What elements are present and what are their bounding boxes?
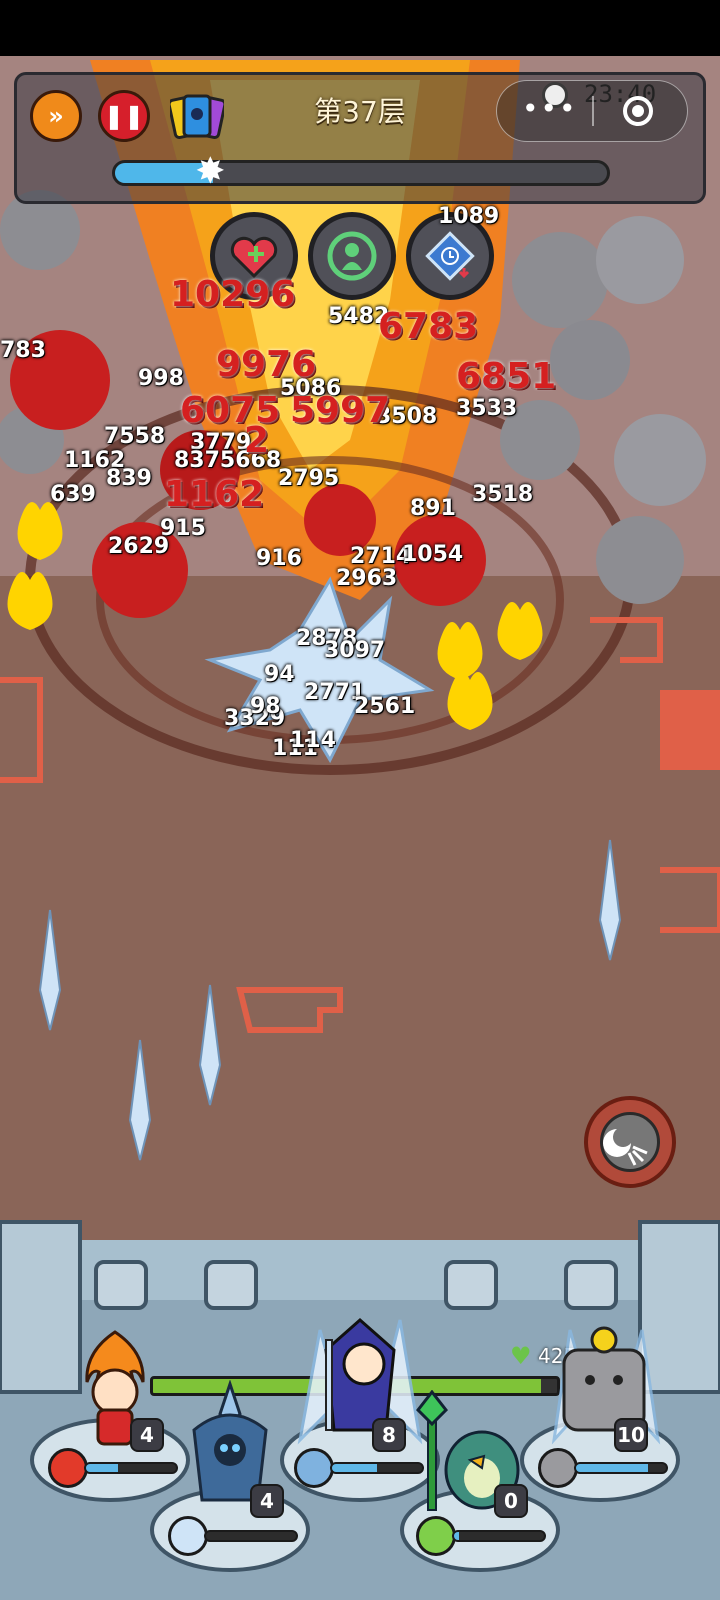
fire-skill-icon bbox=[48, 1448, 88, 1488]
damage-number: 783 bbox=[0, 338, 46, 363]
damage-number: 2963 bbox=[336, 566, 398, 591]
wave-progress-bar bbox=[112, 160, 610, 186]
more-dots-icon[interactable]: ••• bbox=[522, 95, 576, 123]
damage-number: 98 bbox=[250, 694, 281, 719]
hero-energy-fill bbox=[576, 1464, 648, 1472]
shockwave-skill-button[interactable] bbox=[584, 1096, 676, 1188]
damage-number: 839 bbox=[106, 466, 152, 491]
damage-number: 94 bbox=[264, 662, 295, 687]
heart-icon: ♥ bbox=[510, 1342, 532, 1370]
fast-forward-icon: » bbox=[48, 102, 64, 130]
hero-energy-bar bbox=[204, 1530, 298, 1542]
hero-level-badge: 0 bbox=[494, 1484, 528, 1518]
damage-number: 3097 bbox=[324, 638, 386, 663]
damage-number: 3533 bbox=[456, 396, 518, 421]
card-deck-button[interactable] bbox=[167, 92, 227, 142]
ice-shard-skill-icon bbox=[168, 1516, 208, 1556]
hero-level-badge: 4 bbox=[130, 1418, 164, 1452]
capsule-divider bbox=[592, 96, 594, 126]
damage-number-crit: 6783 bbox=[378, 306, 479, 347]
fast-forward-button[interactable]: » bbox=[30, 90, 82, 142]
damage-number-crit: 5997 bbox=[290, 390, 391, 431]
hero-stone-golem[interactable] bbox=[534, 1300, 674, 1450]
damage-number: 998 bbox=[138, 366, 184, 391]
ice-burst-skill-icon bbox=[294, 1448, 334, 1488]
damage-number: 2795 bbox=[278, 466, 340, 491]
damage-number: 114 bbox=[290, 728, 336, 753]
game-stage: » ❚❚ 第37层 23:40 ••• ✸ 1089 5482 783 998 … bbox=[0, 0, 720, 1600]
shockwave-icon bbox=[600, 1112, 660, 1172]
damage-number: 2561 bbox=[354, 694, 416, 719]
hero-level-badge: 8 bbox=[372, 1418, 406, 1452]
hero-energy-bar bbox=[452, 1530, 546, 1542]
summon-icon bbox=[327, 231, 377, 281]
progress-spark-icon: ✸ bbox=[195, 151, 226, 192]
damage-number: 1089 bbox=[438, 204, 500, 229]
damage-number: 3518 bbox=[472, 482, 534, 507]
card-deck-icon bbox=[167, 94, 227, 140]
damage-number: 2629 bbox=[108, 534, 170, 559]
spring-skill-icon bbox=[416, 1516, 456, 1556]
damage-number: 7558 bbox=[104, 424, 166, 449]
damage-number: 916 bbox=[256, 546, 302, 571]
hero-level-badge: 4 bbox=[250, 1484, 284, 1518]
hero-energy-bar bbox=[84, 1462, 178, 1474]
hero-energy-fill bbox=[332, 1464, 377, 1472]
hero-energy-fill bbox=[86, 1464, 118, 1472]
damage-number-crit: 1162 bbox=[164, 474, 265, 515]
pause-icon: ❚❚ bbox=[103, 102, 145, 130]
target-close-icon[interactable] bbox=[623, 96, 653, 126]
floor-title: 第37层 bbox=[314, 95, 406, 128]
hero-ice-mage[interactable] bbox=[290, 1290, 430, 1450]
damage-number-crit: 2 bbox=[244, 420, 270, 461]
damage-number: 891 bbox=[410, 496, 456, 521]
damage-number-crit: 6851 bbox=[456, 356, 557, 397]
damage-number: 639 bbox=[50, 482, 96, 507]
hero-level-badge: 10 bbox=[614, 1418, 648, 1452]
hero-energy-bar bbox=[574, 1462, 668, 1474]
rock-skill-icon bbox=[538, 1448, 578, 1488]
damage-number: 1054 bbox=[402, 542, 464, 567]
hero-energy-fill bbox=[454, 1532, 459, 1540]
damage-number-crit: 9976 bbox=[216, 344, 317, 385]
pause-button[interactable]: ❚❚ bbox=[98, 90, 150, 142]
skill-summon[interactable] bbox=[308, 212, 396, 300]
damage-number-crit: 10296 bbox=[170, 274, 296, 315]
time-down-icon bbox=[425, 231, 475, 281]
